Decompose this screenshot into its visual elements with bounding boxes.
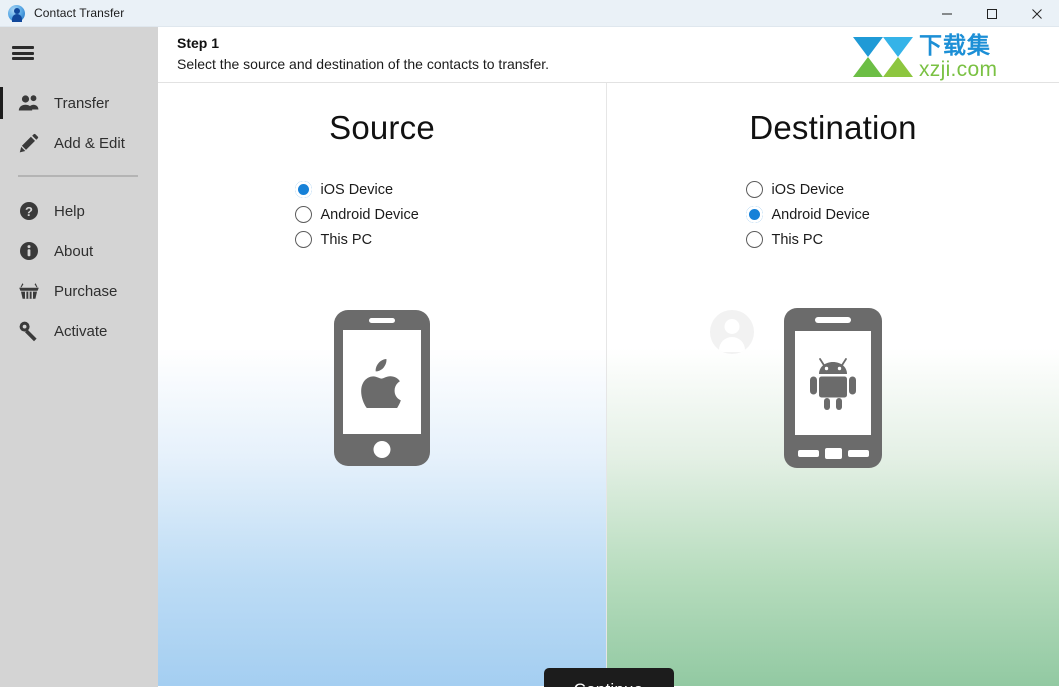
contact-transfer-window: Contact Transfer Transfer Add & Edit ? H… <box>0 0 1059 687</box>
radio-label: iOS Device <box>771 181 845 198</box>
radio-label: This PC <box>771 231 824 248</box>
people-icon <box>14 94 44 112</box>
radio-indicator <box>294 181 312 198</box>
basket-icon <box>14 281 44 301</box>
destination-device-illustration <box>703 300 963 475</box>
source-panel: Source iOS Device Android Device This PC <box>158 83 606 686</box>
pencil-icon <box>14 132 44 154</box>
iphone-icon <box>334 309 430 466</box>
question-circle-icon: ? <box>14 201 44 221</box>
watermark-site-text: xzji.com <box>919 57 998 81</box>
sidebar-item-label: Transfer <box>54 94 110 112</box>
info-circle-icon <box>14 241 44 261</box>
sidebar-item-transfer[interactable]: Transfer <box>0 83 158 123</box>
title-bar: Contact Transfer <box>0 0 1059 27</box>
radio-label: iOS Device <box>320 181 394 198</box>
radio-label: Android Device <box>771 206 870 223</box>
page-title: Step 1 <box>177 35 220 51</box>
destination-radio-ios[interactable]: iOS Device <box>745 177 921 202</box>
continue-button[interactable]: Continue <box>543 668 674 687</box>
sidebar-item-help[interactable]: ? Help <box>0 191 158 231</box>
window-title: Contact Transfer <box>34 6 125 20</box>
radio-indicator <box>745 206 763 223</box>
contact-avatar-icon <box>710 310 754 354</box>
site-watermark: 下载集 xzji.com <box>851 34 1041 80</box>
footer-actions: Continue <box>158 666 1059 687</box>
sidebar-divider <box>18 175 138 177</box>
watermark-chinese-text: 下载集 <box>919 32 991 59</box>
main-content: Step 1 Select the source and destination… <box>158 27 1059 687</box>
close-icon[interactable] <box>1014 0 1059 27</box>
sidebar-item-label: Purchase <box>54 282 118 300</box>
panel-divider <box>606 83 607 686</box>
sidebar-item-activate[interactable]: Activate <box>0 311 158 351</box>
hamburger-menu-icon[interactable] <box>12 44 36 62</box>
source-radio-android[interactable]: Android Device <box>294 202 470 227</box>
maximize-icon[interactable] <box>969 0 1014 27</box>
sidebar: Transfer Add & Edit ? Help About Purchas… <box>0 27 158 687</box>
sidebar-item-about[interactable]: About <box>0 231 158 271</box>
sidebar-item-label: Add & Edit <box>54 134 125 152</box>
destination-radio-group: iOS Device Android Device This PC <box>745 177 921 252</box>
radio-indicator <box>294 231 312 248</box>
svg-text:?: ? <box>25 204 33 219</box>
radio-label: This PC <box>320 231 373 248</box>
window-controls <box>924 0 1059 27</box>
source-radio-group: iOS Device Android Device This PC <box>294 177 470 252</box>
app-icon <box>8 4 25 22</box>
radio-indicator <box>745 231 763 248</box>
sidebar-item-label: Activate <box>54 322 108 340</box>
transfer-panels: Source iOS Device Android Device This PC… <box>158 83 1059 687</box>
sidebar-item-label: Help <box>54 202 85 220</box>
destination-radio-android[interactable]: Android Device <box>745 202 921 227</box>
destination-panel: Destination iOS Device Android Device Th… <box>607 83 1059 686</box>
page-subtitle: Select the source and destination of the… <box>177 56 550 72</box>
radio-label: Android Device <box>320 206 419 223</box>
radio-indicator <box>294 206 312 223</box>
source-title: Source <box>329 109 435 146</box>
xzji-chevron-logo-icon <box>853 37 913 77</box>
sidebar-item-purchase[interactable]: Purchase <box>0 271 158 311</box>
minimize-icon[interactable] <box>924 0 969 27</box>
source-radio-ios[interactable]: iOS Device <box>294 177 470 202</box>
sidebar-item-label: About <box>54 242 94 260</box>
destination-title: Destination <box>749 109 917 146</box>
key-icon <box>14 320 44 342</box>
sidebar-item-add-edit[interactable]: Add & Edit <box>0 123 158 163</box>
source-radio-pc[interactable]: This PC <box>294 227 470 252</box>
android-phone-icon <box>784 307 882 468</box>
step-header: Step 1 Select the source and destination… <box>158 27 1059 83</box>
source-device-illustration <box>252 300 512 475</box>
android-robot-icon <box>808 355 858 411</box>
sidebar-nav: Transfer Add & Edit ? Help About Purchas… <box>0 83 158 351</box>
radio-indicator <box>745 181 763 198</box>
destination-radio-pc[interactable]: This PC <box>745 227 921 252</box>
apple-logo-icon <box>359 356 405 408</box>
